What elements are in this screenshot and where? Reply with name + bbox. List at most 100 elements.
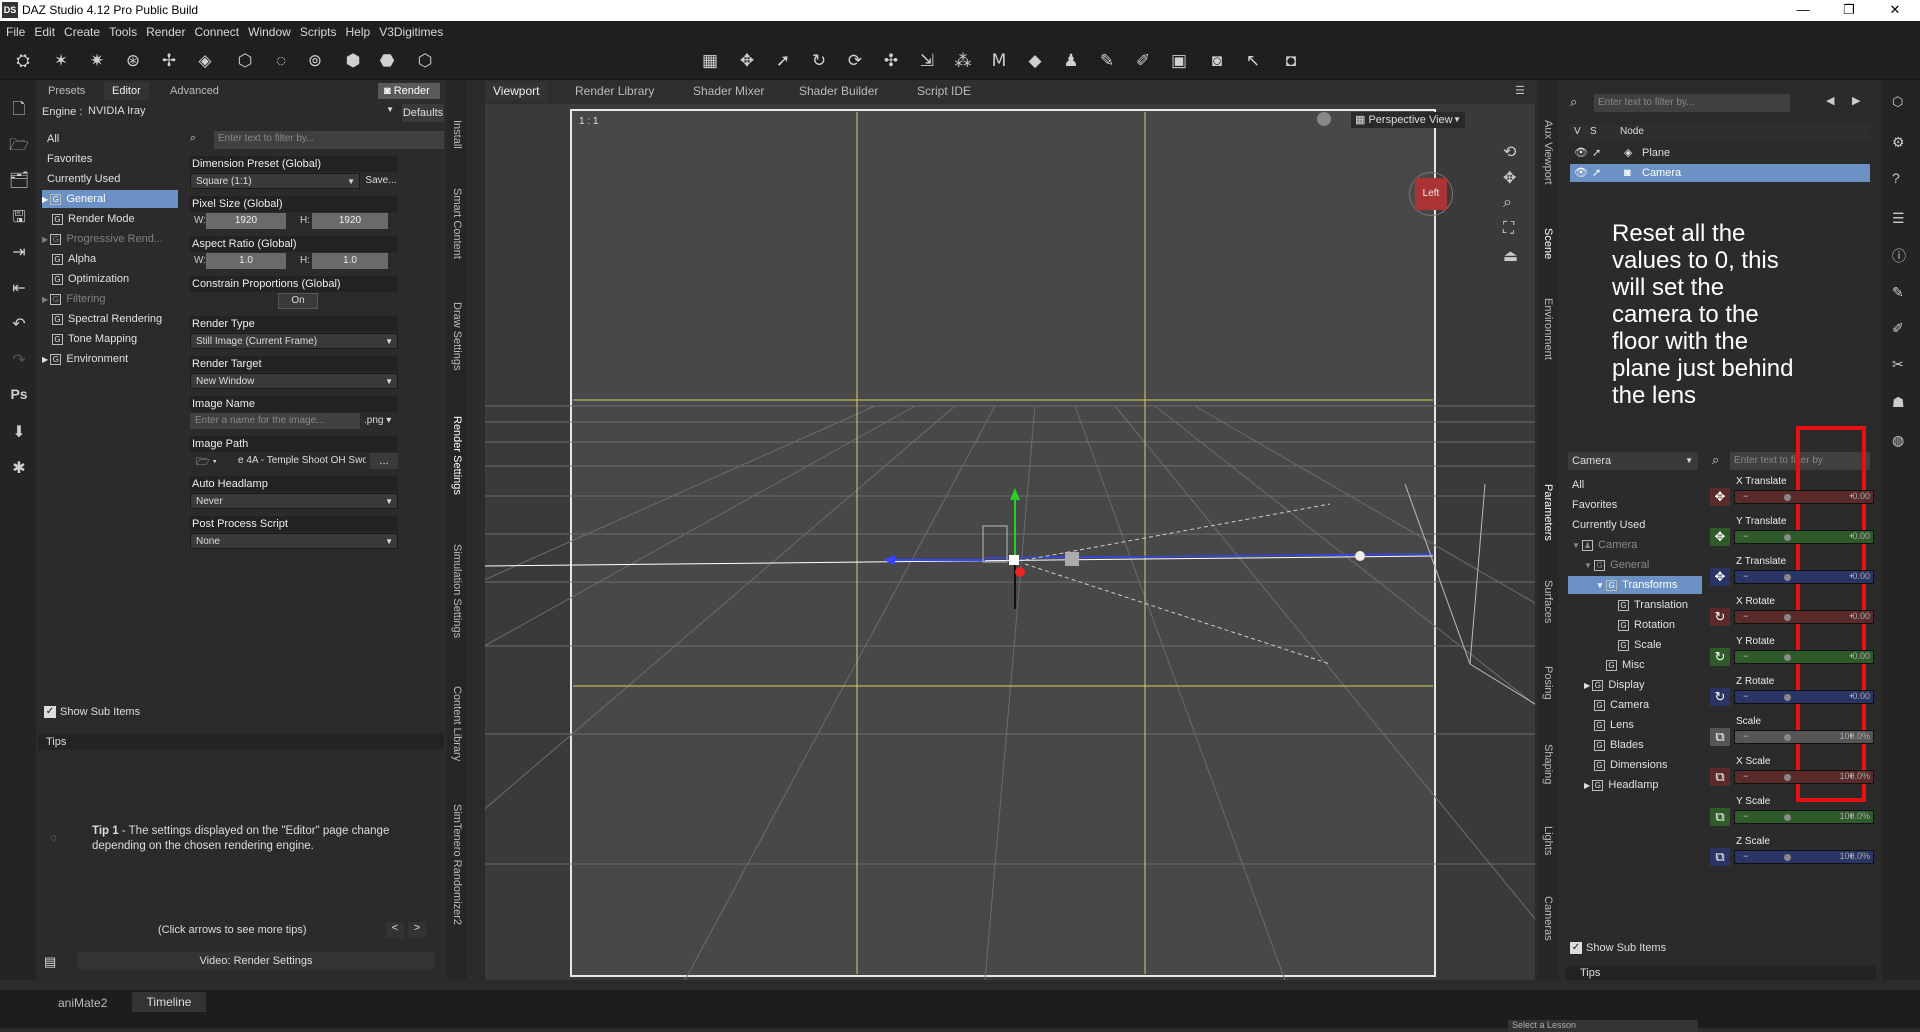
- zoom-icon[interactable]: ⌕: [1503, 194, 1512, 212]
- params-tree-item[interactable]: G Camera: [1568, 696, 1702, 714]
- vtab-posing[interactable]: Posing: [1542, 666, 1554, 700]
- param-slider[interactable]: Y Rotate ↻ − + 0.00: [1708, 636, 1876, 674]
- param-slider[interactable]: Z Scale ⧉ − + 100.0%: [1708, 836, 1876, 874]
- tab-editor[interactable]: Editor: [104, 82, 149, 100]
- slider-knob[interactable]: [1784, 494, 1791, 501]
- menu-file[interactable]: File: [6, 25, 25, 39]
- export-icon[interactable]: ⇤: [8, 278, 30, 300]
- menu-window[interactable]: Window: [248, 25, 291, 39]
- smart-content-icon[interactable]: ⚙: [1892, 134, 1905, 151]
- slider-value[interactable]: 0.00: [1852, 691, 1870, 701]
- minus-icon[interactable]: −: [1743, 571, 1748, 581]
- send-down-icon[interactable]: ⬇: [8, 422, 30, 444]
- merge-icon[interactable]: 🗂: [8, 170, 30, 192]
- brush-icon[interactable]: ✎: [1892, 284, 1904, 301]
- vtab-surfaces[interactable]: Surfaces: [1542, 580, 1554, 623]
- params-tree-item[interactable]: ▼ ♟ Camera: [1568, 536, 1702, 554]
- pointer-tool-icon[interactable]: ↖: [1240, 49, 1266, 73]
- distant-light-icon[interactable]: ✢: [156, 49, 182, 73]
- params-tree-item[interactable]: G Lens: [1568, 716, 1702, 734]
- render-type-select[interactable]: Still Image (Current Frame): [190, 333, 398, 350]
- save-preset-button[interactable]: Save...: [364, 173, 398, 189]
- menu-scripts[interactable]: Scripts: [300, 25, 337, 39]
- node-selection-icon[interactable]: ➚: [770, 49, 796, 73]
- tab-presets[interactable]: Presets: [40, 82, 93, 100]
- daz-logo-icon[interactable]: ⬡: [1892, 94, 1903, 110]
- slider-knob[interactable]: [1784, 854, 1791, 861]
- post-process-select[interactable]: None: [190, 533, 398, 550]
- slider-knob[interactable]: [1784, 694, 1791, 701]
- params-tree-item[interactable]: ▶ G Display: [1568, 676, 1702, 694]
- tree-favorites[interactable]: Favorites: [42, 150, 178, 168]
- cursor-icon[interactable]: ➚: [1592, 164, 1601, 182]
- params-tree-item[interactable]: ▼ G General: [1568, 556, 1702, 574]
- param-slider[interactable]: X Translate ✥ − + 0.00: [1708, 476, 1876, 514]
- translate-tool-icon[interactable]: ✣: [878, 49, 904, 73]
- params-tree-item[interactable]: All: [1568, 476, 1702, 494]
- render-target-select[interactable]: New Window: [190, 373, 398, 390]
- pixel-width-field[interactable]: 1920: [206, 213, 286, 229]
- expander-icon[interactable]: ▶: [1584, 681, 1592, 690]
- region-tool-icon[interactable]: ▣: [1166, 49, 1192, 73]
- menu-create[interactable]: Create: [64, 25, 100, 39]
- posing-tool-icon[interactable]: ♟: [1058, 49, 1084, 73]
- slider-value[interactable]: 100.0%: [1839, 811, 1870, 821]
- tree-general[interactable]: ▶ G General: [42, 190, 178, 208]
- point-light-icon[interactable]: ⊛: [120, 49, 146, 73]
- params-tree-item[interactable]: Favorites: [1568, 496, 1702, 514]
- vtab-parameters[interactable]: Parameters: [1542, 484, 1554, 541]
- tree-environment[interactable]: ▶ G Environment: [42, 350, 178, 368]
- surface-selection-icon[interactable]: ◆: [1022, 49, 1048, 73]
- create-plane-icon[interactable]: ⬡: [412, 49, 438, 73]
- reset-view-icon[interactable]: ⏏: [1503, 246, 1518, 266]
- slider-value[interactable]: 100.0%: [1839, 851, 1870, 861]
- minus-icon[interactable]: −: [1743, 491, 1748, 501]
- render-camera-icon[interactable]: ◘: [1278, 49, 1304, 73]
- photoshop-bridge-icon[interactable]: Ps: [8, 386, 30, 408]
- tree-render-mode[interactable]: G Render Mode: [42, 210, 178, 228]
- spot-render-icon[interactable]: ◙: [1204, 49, 1230, 73]
- universal-tool-icon[interactable]: ✥: [734, 49, 760, 73]
- grid-select-icon[interactable]: ▦: [697, 49, 723, 73]
- viewport-canvas[interactable]: [485, 104, 1535, 980]
- new-scene-icon[interactable]: 🗋: [8, 98, 30, 120]
- filter-input[interactable]: Enter text to filter by...: [214, 131, 444, 149]
- minus-icon[interactable]: −: [1743, 611, 1748, 621]
- image-path-value[interactable]: e 4A - Temple Shoot OH Sword: [238, 453, 366, 469]
- slider-knob[interactable]: [1784, 534, 1791, 541]
- params-tree-item[interactable]: G Misc: [1568, 656, 1702, 674]
- view-select[interactable]: ▦ Perspective View ▼: [1351, 112, 1465, 128]
- parameters-node-select[interactable]: Camera ▼: [1568, 452, 1698, 470]
- constrain-toggle[interactable]: On: [278, 293, 318, 309]
- tab-shader-builder[interactable]: Shader Builder: [791, 82, 886, 100]
- vtab-render-settings[interactable]: Render Settings: [451, 416, 463, 495]
- tab-shader-mixer[interactable]: Shader Mixer: [685, 82, 772, 100]
- tree-tone-mapping[interactable]: G Tone Mapping: [42, 330, 178, 348]
- vtab-draw-settings[interactable]: Draw Settings: [451, 302, 463, 370]
- param-slider[interactable]: Scale ⧉ − + 100.0%: [1708, 716, 1876, 754]
- auto-headlamp-select[interactable]: Never: [190, 493, 398, 510]
- orbit-icon[interactable]: ⟲: [1503, 142, 1516, 162]
- vtab-smart-content[interactable]: Smart Content: [451, 188, 463, 259]
- param-slider[interactable]: Z Rotate ↻ − + 0.00: [1708, 676, 1876, 714]
- aspect-height-field[interactable]: 1.0: [312, 253, 388, 269]
- create-camera-icon[interactable]: ◈: [192, 49, 218, 73]
- minus-icon[interactable]: −: [1743, 851, 1748, 861]
- slider-knob[interactable]: [1784, 814, 1791, 821]
- scene-filter-input[interactable]: Enter text to filter by...: [1594, 94, 1790, 112]
- slider-knob[interactable]: [1784, 614, 1791, 621]
- menu-tools[interactable]: Tools: [109, 25, 137, 39]
- param-slider[interactable]: Z Translate ✥ − + 0.00: [1708, 556, 1876, 594]
- menu-connect[interactable]: Connect: [194, 25, 239, 39]
- scene-back-icon[interactable]: ◀: [1826, 94, 1834, 107]
- vtab-simulation-settings[interactable]: Simulation Settings: [451, 544, 463, 638]
- menu-edit[interactable]: Edit: [34, 25, 55, 39]
- params-tree-item[interactable]: Currently Used: [1568, 516, 1702, 534]
- dimension-preset-select[interactable]: Square (1:1): [190, 173, 360, 190]
- frame-icon[interactable]: ⛶: [1503, 220, 1514, 238]
- tree-currently-used[interactable]: Currently Used: [42, 170, 178, 188]
- minus-icon[interactable]: −: [1743, 691, 1748, 701]
- tree-filtering[interactable]: ▶ G Filtering: [42, 290, 178, 308]
- defaults-button[interactable]: Defaults: [402, 104, 444, 122]
- params-tree-item[interactable]: G Dimensions: [1568, 756, 1702, 774]
